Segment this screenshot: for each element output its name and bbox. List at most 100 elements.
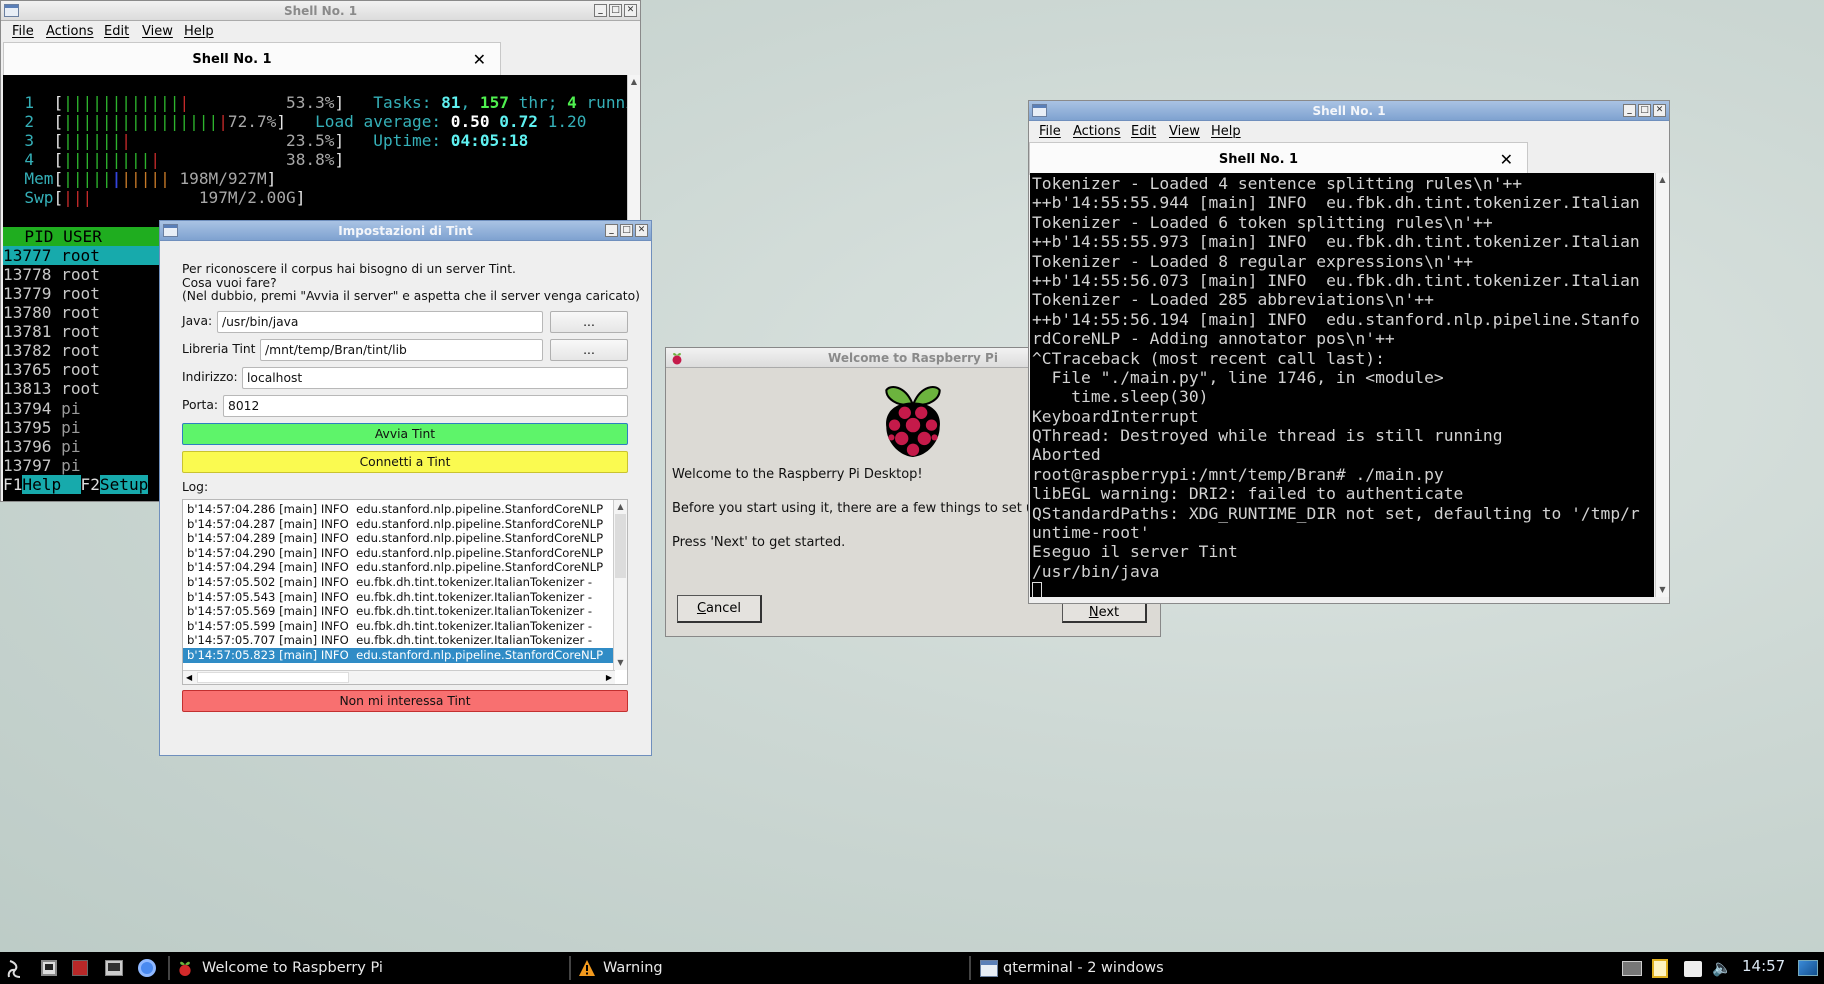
address-input[interactable]: localhost	[242, 367, 628, 389]
volume-icon[interactable]: 🔈	[1712, 958, 1732, 977]
tab-shell-1[interactable]: Shell No. 1 ✕	[1029, 142, 1528, 175]
log-row[interactable]: b'14:57:05.502 [main] INFO eu.fbk.dh.tin…	[183, 575, 615, 590]
cancel-mnemonic: C	[696, 601, 707, 616]
port-input[interactable]: 8012	[223, 395, 628, 417]
menu-edit[interactable]: Edit	[104, 21, 129, 42]
browse-library-button[interactable]: ...	[550, 339, 628, 361]
tint-library-input[interactable]: /mnt/temp/Bran/tint/lib	[260, 339, 543, 361]
log-row[interactable]: b'14:57:04.287 [main] INFO edu.stanford.…	[183, 517, 615, 532]
log-vertical-scrollbar[interactable]: ▲ ▼	[613, 500, 627, 670]
htop-segment: 157	[479, 93, 509, 112]
dialog-title: Impostazioni di Tint	[338, 224, 473, 238]
fkey-number: F2	[80, 474, 100, 494]
menu-help[interactable]: Help	[1211, 121, 1241, 142]
maximize-button[interactable]: □	[1638, 104, 1651, 117]
scroll-thumb[interactable]	[615, 514, 626, 578]
right-terminal-scrollbar[interactable]: ▲ ▼	[1655, 173, 1669, 597]
close-tab-icon[interactable]: ✕	[473, 43, 486, 76]
task-qterminal[interactable]: qterminal - 2 windows	[978, 952, 1368, 984]
network-icon[interactable]	[1622, 961, 1642, 976]
red-app-icon[interactable]	[72, 960, 88, 976]
start-tint-button[interactable]: Avvia Tint	[182, 423, 628, 445]
scroll-down-arrow[interactable]: ▼	[614, 656, 627, 670]
menu-icon[interactable]	[6, 959, 24, 979]
terminal-output[interactable]: Tokenizer - Loaded 4 sentence splitting …	[1030, 173, 1654, 597]
maximize-button[interactable]: □	[620, 224, 633, 237]
minimize-button[interactable]: _	[1623, 104, 1636, 117]
clock[interactable]: 14:57	[1742, 957, 1785, 975]
minimize-button[interactable]: _	[605, 224, 618, 237]
log-row[interactable]: b'14:57:05.599 [main] INFO eu.fbk.dh.tin…	[183, 619, 615, 634]
task-manager-icon[interactable]	[105, 960, 123, 976]
task-welcome-raspberry-pi[interactable]: Welcome to Raspberry Pi	[178, 952, 568, 984]
menu-file[interactable]: File	[12, 21, 34, 42]
process-user: pi	[61, 417, 81, 437]
htop-segment: [	[53, 131, 64, 151]
htop-segment: running	[586, 93, 627, 112]
log-row[interactable]: b'14:57:05.569 [main] INFO eu.fbk.dh.tin…	[183, 604, 615, 619]
task-label: Warning	[603, 960, 663, 976]
log-row[interactable]: b'14:57:04.294 [main] INFO edu.stanford.…	[183, 560, 615, 575]
chromium-icon[interactable]	[138, 959, 156, 977]
window-icon	[4, 4, 19, 17]
terminal-icon[interactable]	[41, 960, 57, 976]
log-list[interactable]: b'14:57:04.286 [main] INFO edu.stanford.…	[182, 499, 628, 685]
process-pid: 13779	[3, 283, 52, 303]
drive-icon[interactable]	[1684, 961, 1702, 977]
close-tab-icon[interactable]: ✕	[1500, 143, 1513, 176]
log-row[interactable]: b'14:57:04.290 [main] INFO edu.stanford.…	[183, 546, 615, 561]
htop-segment: 38.8%	[160, 150, 335, 170]
terminal-line: ^CTraceback (most recent call last):	[1032, 348, 1385, 368]
tint-dialog-titlebar[interactable]: Impostazioni di Tint _ □ ✕	[160, 221, 651, 241]
log-horizontal-scrollbar[interactable]: ◀ ▶	[183, 670, 615, 684]
minimize-button[interactable]: _	[594, 4, 607, 17]
scroll-down-arrow[interactable]: ▼	[1656, 583, 1669, 597]
log-row[interactable]: b'14:57:04.286 [main] INFO edu.stanford.…	[183, 502, 615, 517]
scroll-left-arrow[interactable]: ◀	[186, 671, 192, 684]
htop-segment: |	[111, 169, 122, 189]
maximize-button[interactable]: □	[609, 4, 622, 17]
terminal-line: /usr/bin/java	[1032, 561, 1160, 581]
menu-actions[interactable]: Actions	[46, 21, 94, 42]
log-row[interactable]: b'14:57:05.823 [main] INFO edu.stanford.…	[183, 647, 615, 663]
raspberry-icon	[672, 352, 682, 365]
menu-view[interactable]: View	[142, 21, 173, 42]
log-row[interactable]: b'14:57:05.543 [main] INFO eu.fbk.dh.tin…	[183, 590, 615, 605]
scroll-up-arrow[interactable]: ▲	[614, 500, 627, 514]
right-terminal-titlebar[interactable]: Shell No. 1 _ □ ✕	[1029, 101, 1669, 121]
left-terminal-titlebar[interactable]: Shell No. 1 _ □ ✕	[1, 1, 640, 21]
dialog-title: Welcome to Raspberry Pi	[828, 351, 998, 365]
connect-tint-button[interactable]: Connetti a Tint	[182, 451, 628, 473]
menu-help[interactable]: Help	[184, 21, 214, 42]
htop-segment: Tasks:	[344, 93, 442, 112]
htop-segment: 81	[441, 93, 461, 112]
process-user: root	[61, 245, 100, 265]
clipboard-icon[interactable]	[1652, 959, 1668, 978]
browse-java-button[interactable]: ...	[550, 311, 628, 333]
desktop-switcher-icon[interactable]	[1798, 960, 1818, 976]
menu-view[interactable]: View	[1169, 121, 1200, 142]
close-button[interactable]: ✕	[624, 4, 637, 17]
menu-edit[interactable]: Edit	[1131, 121, 1156, 142]
terminal-line: Tokenizer - Loaded 285 abbreviations\n'+…	[1032, 290, 1434, 310]
fkey-help-button[interactable]: Help	[22, 474, 81, 494]
log-row[interactable]: b'14:57:04.289 [main] INFO edu.stanford.…	[183, 531, 615, 546]
decline-tint-button[interactable]: Non mi interessa Tint	[182, 690, 628, 712]
java-path-input[interactable]: /usr/bin/java	[217, 311, 543, 333]
log-row[interactable]: b'14:57:05.707 [main] INFO eu.fbk.dh.tin…	[183, 633, 615, 648]
h-scroll-thumb[interactable]	[197, 672, 349, 683]
scroll-up-arrow[interactable]: ▲	[628, 75, 640, 89]
scroll-up-arrow[interactable]: ▲	[1656, 173, 1669, 187]
process-user: root	[61, 322, 100, 342]
window-icon	[1032, 104, 1047, 117]
close-button[interactable]: ✕	[635, 224, 648, 237]
menu-actions[interactable]: Actions	[1073, 121, 1121, 142]
task-warning[interactable]: Warning	[578, 952, 968, 984]
cancel-button[interactable]: Cancel	[677, 595, 762, 623]
menu-file[interactable]: File	[1039, 121, 1061, 142]
close-button[interactable]: ✕	[1653, 104, 1666, 117]
htop-segment: Swp	[5, 188, 54, 208]
tab-shell-1[interactable]: Shell No. 1 ✕	[3, 42, 501, 75]
scroll-right-arrow[interactable]: ▶	[606, 671, 612, 684]
fkey-setup-button[interactable]: Setup	[99, 474, 149, 494]
